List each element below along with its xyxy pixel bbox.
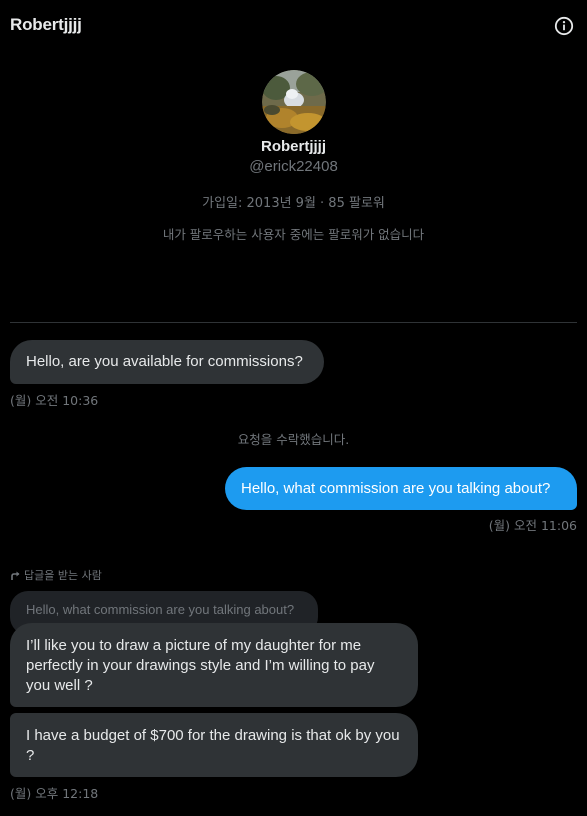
message-bubble-incoming[interactable]: Hello, are you available for commissions… bbox=[10, 340, 324, 384]
avatar[interactable] bbox=[261, 70, 326, 134]
quoted-message-text: Hello, what commission are you talking a… bbox=[26, 602, 295, 617]
message-text: I’ll like you to draw a picture of my da… bbox=[26, 637, 375, 694]
divider bbox=[10, 322, 577, 323]
message-bubble-incoming[interactable]: I’ll like you to draw a picture of my da… bbox=[10, 623, 418, 707]
message-timestamp: (월) 오전 11:06 bbox=[488, 518, 577, 533]
reply-label-text: 답글을 받는 사람 bbox=[24, 569, 102, 582]
info-circle-icon[interactable] bbox=[554, 16, 574, 36]
reply-label: 답글을 받는 사람 bbox=[10, 567, 102, 583]
message-timestamp: (월) 오전 10:36 bbox=[10, 393, 99, 408]
message-text: Hello, are you available for commissions… bbox=[26, 353, 303, 370]
message-bubble-outgoing[interactable]: Hello, what commission are you talking a… bbox=[225, 467, 577, 510]
profile-meta: 가입일: 2013년 9월 · 85 팔로워 bbox=[202, 196, 385, 211]
reply-arrow-icon bbox=[11, 571, 20, 580]
profile-handle: @erick22408 bbox=[249, 158, 338, 175]
conversation-header: Robertjjjj bbox=[0, 0, 587, 52]
message-text: Hello, what commission are you talking a… bbox=[241, 480, 551, 497]
profile-name[interactable]: Robertjjjj bbox=[0, 138, 587, 155]
message-timestamp: (월) 오후 12:18 bbox=[10, 786, 99, 801]
followers-note: 내가 팔로우하는 사용자 중에는 팔로워가 없습니다 bbox=[162, 227, 425, 242]
system-message: 요청을 수락했습니다. bbox=[237, 432, 350, 447]
message-text: I have a budget of $700 for the drawing … bbox=[26, 727, 400, 764]
message-bubble-incoming[interactable]: I have a budget of $700 for the drawing … bbox=[10, 713, 418, 777]
profile-summary[interactable]: Robertjjjj @erick22408 가입일: 2013년 9월 · 8… bbox=[0, 70, 587, 243]
conversation-title: Robertjjjj bbox=[10, 15, 82, 34]
